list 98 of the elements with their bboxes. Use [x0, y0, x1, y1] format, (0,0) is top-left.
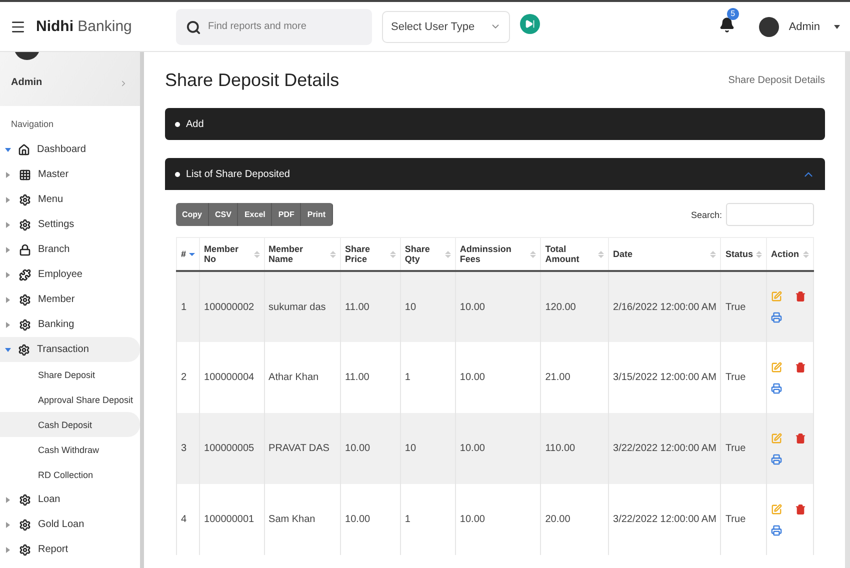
gear-icon — [19, 494, 31, 506]
breadcrumb[interactable]: Share Deposit Details — [728, 74, 825, 86]
nav-item-label: Loan — [38, 494, 60, 505]
table-cell: 20.00 — [540, 484, 609, 555]
column-header-label: Date — [613, 249, 633, 259]
table-cell: 10.00 — [340, 484, 400, 555]
export-button[interactable]: CSV — [209, 203, 238, 226]
user-type-select[interactable]: Select User Type — [382, 10, 510, 42]
lock-icon — [19, 244, 31, 256]
nav-item-label: Member — [38, 294, 75, 305]
nav-item[interactable]: Settings — [0, 212, 140, 237]
column-header-label: Member Name — [268, 244, 304, 264]
print-icon[interactable] — [770, 312, 782, 323]
print-icon[interactable] — [770, 382, 782, 394]
column-header-label: Total Amount — [545, 244, 580, 264]
search-field[interactable]: Find reports and more — [176, 8, 372, 44]
grid-icon — [19, 168, 31, 180]
nav-item-label: Settings — [38, 219, 74, 230]
nav-item[interactable]: Branch — [0, 237, 140, 262]
menu-icon[interactable] — [10, 18, 26, 34]
nav-item-label: Employee — [38, 269, 82, 280]
nav-subitem[interactable]: RD Collection — [0, 462, 140, 487]
print-icon[interactable] — [770, 524, 782, 536]
nav-subitem[interactable]: Share Deposit — [0, 362, 140, 387]
nav-subitem[interactable]: Cash Withdraw — [0, 437, 140, 462]
column-header-label: Action — [770, 249, 799, 259]
bell-icon[interactable] — [718, 16, 735, 32]
caret-down-icon[interactable] — [834, 24, 840, 28]
nav-item-label: Branch — [38, 244, 70, 255]
page-title: Share Deposit Details — [165, 70, 340, 90]
export-button[interactable]: PDF — [272, 203, 302, 226]
panel-title: Add — [186, 118, 204, 130]
table-cell: True — [720, 484, 766, 555]
nav-item-label: Dashboard — [37, 144, 86, 155]
chevron-right-icon[interactable] — [119, 79, 128, 88]
column-header-label: Share Qty — [404, 244, 431, 264]
nav-item[interactable]: Report — [0, 537, 140, 562]
avatar — [758, 16, 779, 36]
export-button[interactable]: Copy — [176, 203, 209, 226]
export-button[interactable]: Excel — [238, 203, 272, 226]
panel-title: List of Share Deposited — [186, 168, 290, 180]
nav-item[interactable]: Employee — [0, 262, 140, 287]
trash-icon[interactable] — [794, 504, 806, 514]
nav-item-label: Banking — [38, 319, 74, 330]
skip-forward-button[interactable] — [520, 14, 540, 34]
nav-section-label: Navigation — [10, 118, 55, 131]
nav-item-label: Menu — [38, 194, 64, 205]
nav-subitem[interactable]: Approval Share Deposit — [0, 387, 140, 412]
bullet-icon — [175, 122, 180, 126]
nav-item-label: Master — [38, 169, 69, 180]
column-header-label: Member No — [204, 244, 240, 264]
gear-icon — [19, 544, 31, 556]
list-panel-header[interactable]: List of Share Deposited — [165, 158, 825, 190]
skip-forward-icon — [525, 18, 535, 28]
nav-item[interactable]: Banking — [0, 312, 140, 337]
table-cell: Sam Khan — [264, 484, 341, 555]
search-label: Search: — [690, 210, 722, 220]
table-cell: 4 — [176, 484, 200, 555]
bullet-icon — [175, 172, 180, 176]
nav-item-label: Transaction — [37, 344, 89, 355]
home-icon — [18, 144, 30, 156]
export-button[interactable]: Print — [301, 203, 333, 226]
add-panel-header[interactable]: Add — [165, 108, 825, 140]
table-cell: 3/22/2022 12:00:00 AM — [608, 484, 721, 555]
trash-icon[interactable] — [794, 291, 806, 302]
table-cell: 1 — [400, 484, 456, 555]
puzzle-icon — [19, 268, 31, 280]
nav-item[interactable]: Gold Loan — [0, 512, 140, 537]
column-header-label: # — [181, 249, 186, 259]
nav-item[interactable]: Member — [0, 287, 140, 312]
brand-name: Nidhi Banking — [36, 18, 133, 35]
profile-name: Admin — [11, 77, 42, 88]
nav-item[interactable]: Dashboard — [0, 137, 140, 162]
nav-item[interactable]: Master — [0, 162, 140, 187]
nav-item[interactable]: Transaction — [0, 337, 140, 362]
gear-icon — [19, 218, 31, 230]
nav-item[interactable]: Menu — [0, 187, 140, 212]
gear-icon — [18, 344, 30, 356]
gear-icon — [19, 518, 31, 530]
gear-icon — [19, 194, 31, 206]
notification-badge: 5 — [726, 8, 739, 20]
trash-icon[interactable] — [794, 432, 806, 444]
nav-item-label: Gold Loan — [38, 519, 84, 530]
gear-icon — [19, 294, 31, 306]
column-header-label: Adminssion Fees — [460, 244, 512, 264]
gear-icon — [19, 318, 31, 330]
nav-item-label: Report — [38, 544, 68, 555]
column-header-label: Status — [725, 249, 753, 259]
user-menu[interactable]: Admin — [788, 20, 820, 32]
search-icon — [186, 20, 201, 34]
column-header-label: Share Price — [345, 244, 372, 264]
trash-icon[interactable] — [794, 362, 806, 372]
table-cell: 10.00 — [455, 484, 541, 555]
print-icon[interactable] — [770, 454, 782, 464]
nav-item[interactable]: Loan — [0, 487, 140, 512]
table-search-field[interactable] — [726, 203, 814, 226]
nav-subitem[interactable]: Cash Deposit — [0, 412, 140, 437]
table-cell: 100000001 — [200, 484, 264, 555]
